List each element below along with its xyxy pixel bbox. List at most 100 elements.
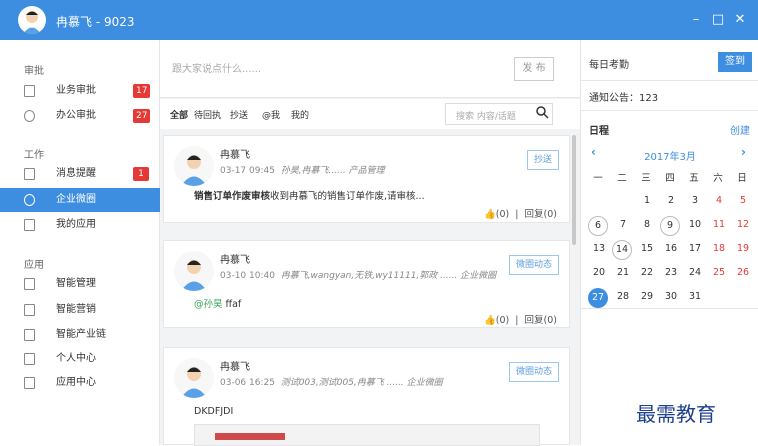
calendar-day[interactable]: 4 xyxy=(708,195,730,206)
calendar-day[interactable]: 30 xyxy=(660,291,682,302)
sidebar-item-smart-management[interactable]: 智能管理 xyxy=(0,272,160,296)
composer: 跟大家说点什么...... 发 布 xyxy=(160,40,580,98)
circle-icon xyxy=(24,194,35,206)
user-avatar[interactable] xyxy=(18,6,46,34)
watermark: 最需教育 xyxy=(636,402,716,426)
calendar-day[interactable]: 8 xyxy=(636,219,658,230)
maximize-button[interactable]: □ xyxy=(709,11,727,29)
next-month-button[interactable]: › xyxy=(741,145,746,159)
post-recipients: 测试003,测试005,冉慕飞 ...... 企业微圈 xyxy=(280,378,443,388)
sidebar-item-messages[interactable]: 消息提醒 1 xyxy=(0,162,160,186)
list-icon xyxy=(24,377,35,389)
sidebar-item-smart-supply-chain[interactable]: 智能产业链 xyxy=(0,323,160,347)
calendar-day[interactable]: 20 xyxy=(588,267,610,278)
weekday-label: 五 xyxy=(689,173,699,184)
minimize-button[interactable]: – xyxy=(687,11,705,29)
calendar-day[interactable]: 16 xyxy=(660,243,682,254)
reply-button[interactable]: 回复(0) xyxy=(525,209,557,220)
right-panel: 每日考勤 签到 通知公告：123 日程 创建 ‹ 2017年3月 › 一二三四五… xyxy=(580,40,758,445)
post-author[interactable]: 冉慕飞 xyxy=(220,251,250,266)
calendar-day[interactable]: 23 xyxy=(660,267,682,278)
document-icon xyxy=(24,353,35,365)
calendar-day[interactable]: 27 xyxy=(588,288,608,308)
calendar-day[interactable]: 19 xyxy=(732,243,754,254)
like-button[interactable]: 👍(0) xyxy=(484,315,509,326)
sidebar-item-business-approval[interactable]: 业务审批 17 xyxy=(0,79,160,103)
post-attachment-image[interactable] xyxy=(194,424,540,446)
sidebar-item-label: 智能营销 xyxy=(56,304,96,315)
check-circle-icon xyxy=(24,110,35,122)
post-avatar[interactable] xyxy=(174,251,214,291)
calendar-day[interactable]: 29 xyxy=(636,291,658,302)
calendar-day[interactable]: 14 xyxy=(612,240,632,260)
divider xyxy=(581,80,758,81)
calendar-day[interactable]: 3 xyxy=(684,195,706,206)
feed-scrollbar[interactable] xyxy=(572,135,576,245)
post-body: @孙昊 ffaf xyxy=(194,296,241,310)
calendar-day[interactable]: 5 xyxy=(732,195,754,206)
tab-mention-me[interactable]: @我 xyxy=(262,108,280,121)
bracket-icon xyxy=(24,278,35,290)
calendar-day[interactable]: 26 xyxy=(732,267,754,278)
calendar-day[interactable]: 12 xyxy=(732,219,754,230)
post-mention[interactable]: @孙昊 xyxy=(194,299,223,310)
post-tag[interactable]: 抄送 xyxy=(526,150,559,170)
calendar-day[interactable]: 15 xyxy=(636,243,658,254)
calendar-day[interactable]: 21 xyxy=(612,267,634,278)
calendar-day[interactable]: 1 xyxy=(636,195,658,206)
weekday-label: 一 xyxy=(593,173,603,184)
calendar-day[interactable]: 18 xyxy=(708,243,730,254)
post-time: 03-10 10:40 xyxy=(220,271,275,281)
calendar-day[interactable]: 7 xyxy=(612,219,634,230)
checkin-button[interactable]: 签到 xyxy=(718,52,752,72)
sidebar-item-personal-center[interactable]: 个人中心 xyxy=(0,347,160,371)
count-badge: 27 xyxy=(133,109,151,123)
calendar-day[interactable]: 22 xyxy=(636,267,658,278)
tab-pending-receipt[interactable]: 待回执 xyxy=(194,108,221,121)
sidebar-item-office-approval[interactable]: 办公审批 27 xyxy=(0,104,160,128)
post-author[interactable]: 冉慕飞 xyxy=(220,358,250,373)
tab-all[interactable]: 全部 xyxy=(170,108,188,121)
post-tag[interactable]: 微圈动态 xyxy=(508,255,559,275)
calendar-day[interactable]: 13 xyxy=(588,243,610,254)
sidebar-item-enterprise-circle[interactable]: 企业微圈 xyxy=(0,188,160,212)
sidebar-item-label: 企业微圈 xyxy=(56,194,96,205)
like-button[interactable]: 👍(0) xyxy=(484,209,509,220)
calendar-day[interactable]: 31 xyxy=(684,291,706,302)
search-icon[interactable] xyxy=(535,105,549,119)
publish-button[interactable]: 发 布 xyxy=(514,57,554,81)
search-input[interactable]: 搜索 内容/话题 xyxy=(445,103,553,125)
calendar-day[interactable]: 2 xyxy=(660,195,682,206)
weekday-label: 六 xyxy=(713,173,723,184)
calendar-day[interactable]: 11 xyxy=(708,219,730,230)
feed-post: 冉慕飞 03-06 16:25 测试003,测试005,冉慕飞 ...... 企… xyxy=(163,347,570,446)
sidebar-item-my-apps[interactable]: 我的应用 xyxy=(0,213,160,237)
calendar-day[interactable]: 28 xyxy=(612,291,634,302)
close-button[interactable]: ✕ xyxy=(731,11,749,29)
post-author[interactable]: 冉慕飞 xyxy=(220,146,250,161)
tab-cc[interactable]: 抄送 xyxy=(230,108,248,121)
post-time: 03-17 09:45 xyxy=(220,166,275,176)
reply-button[interactable]: 回复(0) xyxy=(525,315,557,326)
tab-mine[interactable]: 我的 xyxy=(291,108,309,121)
calendar-day[interactable]: 9 xyxy=(660,216,680,236)
post-tag[interactable]: 微圈动态 xyxy=(508,362,559,382)
sidebar-item-smart-marketing[interactable]: 智能营销 xyxy=(0,298,160,322)
count-badge: 1 xyxy=(133,167,149,181)
sidebar-item-label: 我的应用 xyxy=(56,219,96,230)
composer-input[interactable]: 跟大家说点什么...... xyxy=(172,60,261,75)
post-avatar[interactable] xyxy=(174,358,214,398)
create-event-button[interactable]: 创建 xyxy=(730,122,750,137)
calendar-day[interactable]: 17 xyxy=(684,243,706,254)
calendar-day[interactable]: 10 xyxy=(684,219,706,230)
calendar-day[interactable]: 24 xyxy=(684,267,706,278)
sidebar-item-label: 消息提醒 xyxy=(56,168,96,179)
calendar-day[interactable]: 6 xyxy=(588,216,608,236)
message-icon xyxy=(24,168,35,180)
calendar-day[interactable]: 25 xyxy=(708,267,730,278)
post-body: DKDFJDI xyxy=(194,406,234,417)
sidebar-item-app-center[interactable]: 应用中心 xyxy=(0,371,160,395)
notice-text[interactable]: 通知公告：123 xyxy=(589,89,658,104)
sidebar-item-label: 办公审批 xyxy=(56,110,96,121)
post-avatar[interactable] xyxy=(174,146,214,186)
